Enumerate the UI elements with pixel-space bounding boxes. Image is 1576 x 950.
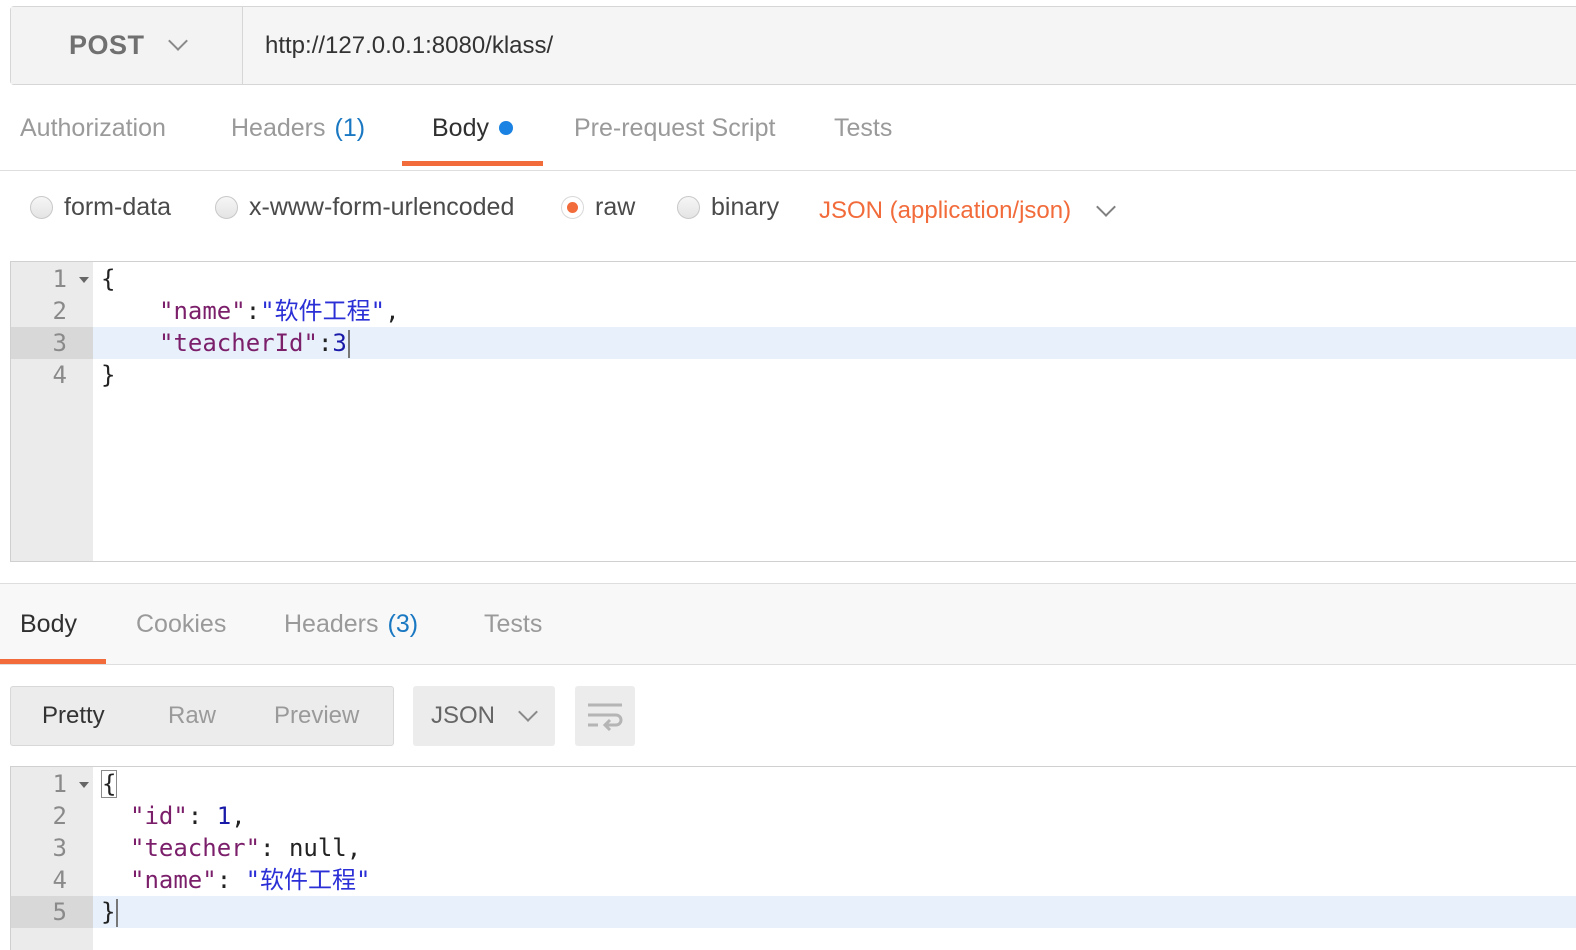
request-body-editor[interactable]: 1 { 2 "name":"软件工程", 3 "teacherId":3 4 }	[10, 261, 1576, 562]
radio-label: binary	[711, 193, 780, 221]
chevron-down-icon	[1096, 197, 1117, 217]
code-text: {	[101, 768, 118, 800]
json-number: 1	[216, 802, 232, 830]
line-number: 2	[52, 802, 67, 830]
code-line: 2 "id": 1,	[11, 800, 1576, 832]
wrap-lines-icon	[588, 703, 623, 731]
tab-headers[interactable]: Headers (1)	[231, 85, 365, 171]
code-line-active: 3 "teacherId":3	[11, 327, 1576, 359]
tab-response-body[interactable]: Body	[20, 583, 77, 665]
url-input[interactable]: http://127.0.0.1:8080/klass/	[243, 7, 1576, 84]
json-key: "id"	[130, 802, 188, 830]
tab-label: Headers	[284, 609, 379, 638]
content-type-label: JSON (application/json)	[819, 197, 1072, 224]
radio-binary[interactable]: binary	[677, 193, 779, 222]
text-cursor	[347, 330, 350, 358]
code-line: 3 "teacher": null,	[11, 832, 1576, 864]
body-mode-selector: form-data x-www-form-urlencoded raw bina…	[0, 171, 1576, 251]
radio-form-data[interactable]: form-data	[30, 193, 171, 222]
response-body-viewer[interactable]: 1 { 2 "id": 1, 3 "teacher": null, 4 "nam…	[10, 766, 1576, 950]
line-number: 2	[52, 297, 67, 325]
line-number: 4	[52, 866, 67, 894]
headers-count-badge: (1)	[334, 113, 366, 142]
fold-arrow-icon[interactable]	[79, 782, 89, 788]
tab-pre-request-script[interactable]: Pre-request Script	[574, 85, 775, 171]
json-key: "name"	[159, 297, 246, 325]
radio-circle	[677, 196, 700, 219]
radio-urlencoded[interactable]: x-www-form-urlencoded	[215, 193, 514, 222]
request-tabs: Authorization Headers (1) Body Pre-reque…	[0, 85, 1576, 171]
code-line: 1 {	[11, 768, 1576, 800]
active-tab-indicator	[0, 659, 106, 664]
code-text: }	[101, 896, 119, 928]
tab-label: Pre-request Script	[574, 113, 776, 142]
json-key: "teacherId"	[159, 329, 318, 357]
json-key: "teacher"	[130, 834, 261, 862]
tab-label: Body	[432, 113, 489, 142]
view-raw-button[interactable]: Raw	[168, 702, 216, 730]
line-number: 4	[52, 361, 67, 389]
view-preview-button[interactable]: Preview	[274, 702, 359, 730]
response-view-toggle: Pretty Raw Preview	[10, 686, 394, 746]
chevron-down-icon	[167, 30, 188, 51]
format-label: JSON	[431, 702, 496, 729]
code-text: "id": 1,	[130, 802, 246, 830]
code-text: "name": "软件工程"	[130, 866, 371, 894]
code-text: "name":"软件工程",	[159, 297, 400, 325]
request-bar: POST http://127.0.0.1:8080/klass/	[10, 6, 1576, 85]
code-text: "teacher": null,	[130, 834, 362, 862]
line-number: 3	[52, 834, 67, 862]
view-pretty-button[interactable]: Pretty	[42, 702, 105, 730]
headers-count-badge: (3)	[387, 609, 419, 638]
modified-dot-icon	[498, 121, 513, 135]
wrap-lines-button[interactable]	[575, 686, 635, 746]
tab-label: Tests	[484, 609, 543, 638]
code-line: 4 "name": "软件工程"	[11, 864, 1576, 896]
response-format-dropdown[interactable]: JSON	[413, 686, 555, 746]
json-key: "name"	[130, 866, 217, 894]
code-text: {	[101, 265, 116, 293]
code-line: 4 }	[11, 359, 1576, 391]
text-cursor	[116, 899, 119, 927]
line-number: 3	[11, 327, 93, 359]
radio-circle	[30, 196, 53, 219]
method-selector[interactable]: POST	[11, 7, 243, 84]
bracket-match-highlight: {	[101, 770, 118, 798]
radio-label: form-data	[64, 193, 171, 221]
response-tabs: Body Cookies Headers (3) Tests	[0, 583, 1576, 665]
chevron-down-icon	[518, 702, 538, 722]
tab-label: Body	[20, 609, 77, 638]
radio-raw[interactable]: raw	[561, 193, 635, 222]
tab-authorization[interactable]: Authorization	[20, 85, 166, 171]
code-line: 2 "name":"软件工程",	[11, 295, 1576, 327]
code-line: 1 {	[11, 263, 1576, 295]
content-type-dropdown[interactable]: JSON (application/json)	[819, 197, 1117, 225]
radio-circle-checked	[561, 196, 584, 219]
fold-arrow-icon[interactable]	[79, 277, 89, 283]
tab-body[interactable]: Body	[432, 85, 513, 171]
tab-label: Tests	[834, 113, 893, 142]
code-line-active: 5 }	[11, 896, 1576, 928]
code-text: "teacherId":3	[159, 327, 350, 359]
active-tab-indicator	[402, 161, 543, 166]
tab-label: Authorization	[20, 113, 166, 142]
tab-label: Headers	[231, 113, 326, 142]
radio-circle	[215, 196, 238, 219]
json-number: 3	[332, 329, 347, 357]
method-label: POST	[69, 30, 145, 60]
radio-label: raw	[595, 193, 636, 221]
json-string: "软件工程"	[245, 866, 371, 894]
tab-label: Cookies	[136, 609, 227, 638]
json-string: "软件工程"	[260, 297, 386, 325]
radio-label: x-www-form-urlencoded	[249, 193, 515, 221]
code-text: }	[101, 361, 116, 389]
tab-cookies[interactable]: Cookies	[136, 583, 226, 665]
json-null: null	[288, 834, 347, 862]
tab-response-headers[interactable]: Headers (3)	[284, 583, 418, 665]
tab-tests[interactable]: Tests	[834, 85, 892, 171]
line-number: 5	[11, 896, 93, 928]
tab-response-tests[interactable]: Tests	[484, 583, 542, 665]
